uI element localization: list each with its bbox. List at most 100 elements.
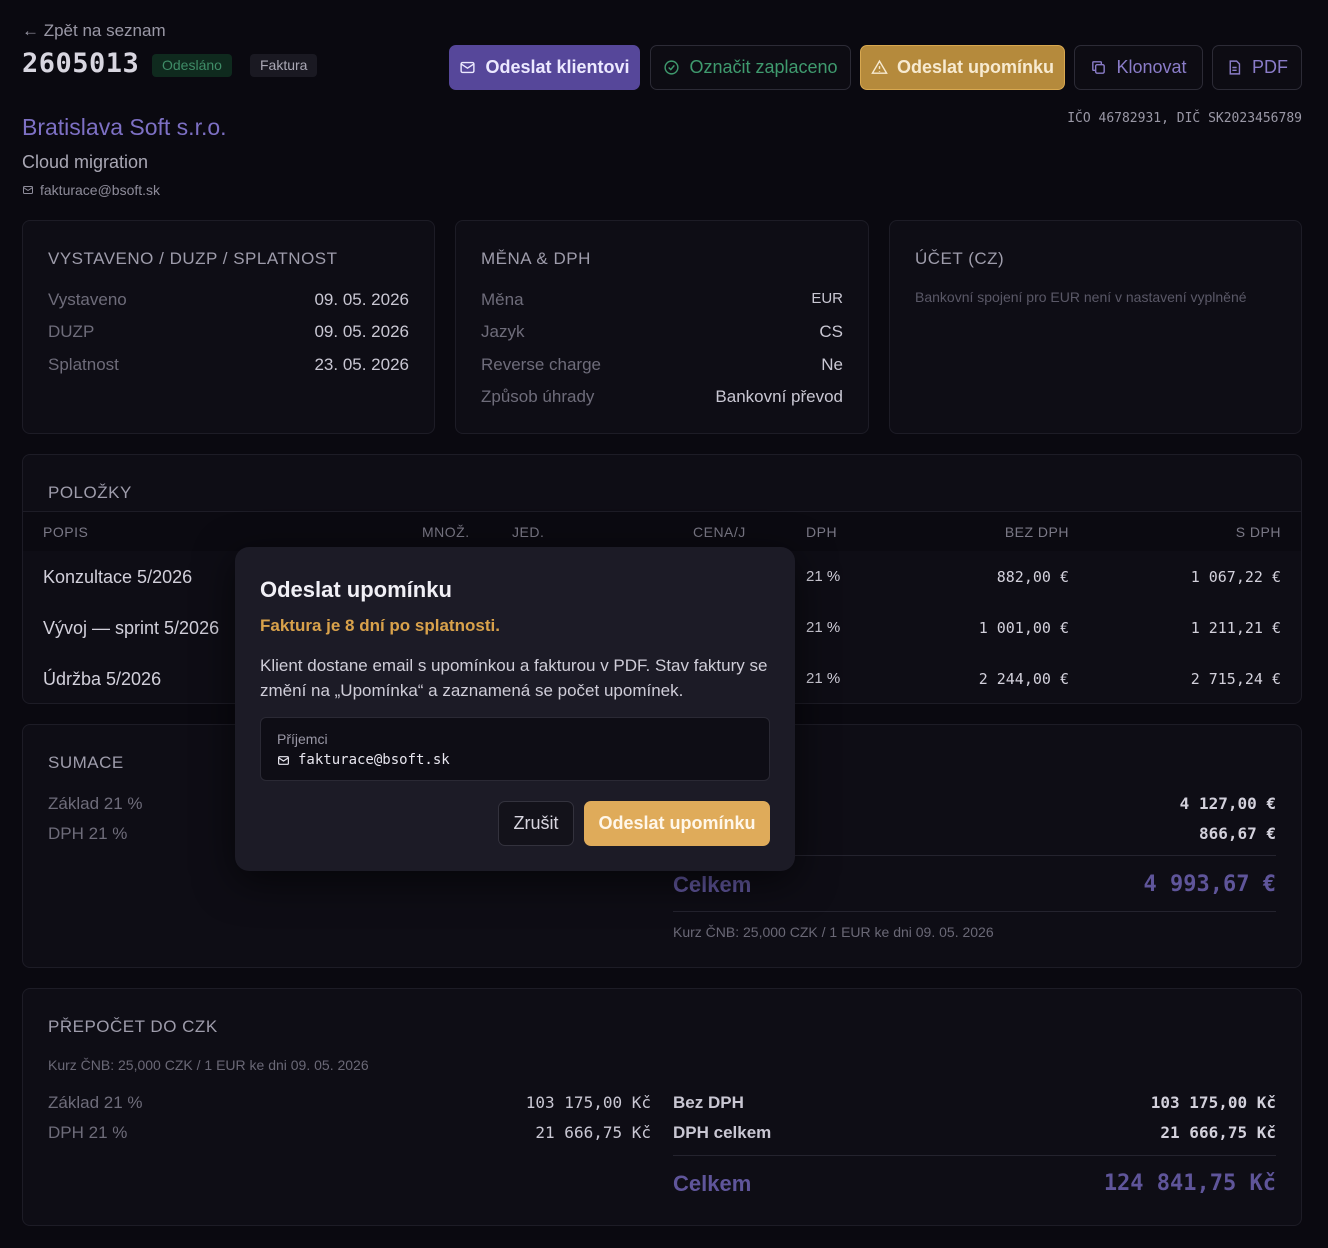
send-reminder-dialog: Odeslat upomínku Faktura je 8 dní po spl…	[235, 547, 795, 871]
status-badge: Odesláno	[152, 54, 232, 77]
column-header-gross[interactable]: S DPH	[1236, 524, 1281, 540]
date-value: 23. 05. 2026	[314, 355, 409, 374]
summary-panel-title: SUMACE	[48, 753, 124, 772]
pdf-label: PDF	[1252, 57, 1288, 77]
pdf-button[interactable]: PDF	[1212, 45, 1302, 90]
column-header-net[interactable]: BEZ DPH	[1005, 524, 1069, 540]
client-email-text: fakturace@bsoft.sk	[40, 182, 161, 198]
dialog-title: Odeslat upomínku	[260, 577, 452, 602]
send-reminder-button[interactable]: Odeslat upomínku	[860, 45, 1065, 90]
czk-total-value: 124 841,75 Kč	[1103, 1171, 1276, 1196]
send-client-button[interactable]: Odeslat klientovi	[449, 45, 640, 90]
items-table-header: POPIS MNOŽ. JED. CENA/J DPH BEZ DPH S DP…	[23, 511, 1301, 551]
client-name[interactable]: Bratislava Soft s.r.o.	[22, 114, 227, 141]
item-gross: 1 211,21 €	[1190, 619, 1281, 637]
date-label: Splatnost	[48, 355, 119, 374]
item-desc: Údržba 5/2026	[43, 669, 162, 689]
send-client-label: Odeslat klientovi	[485, 57, 630, 77]
cancel-button[interactable]: Zrušit	[498, 801, 574, 846]
back-link[interactable]: ← Zpět na seznam	[22, 21, 166, 41]
item-vat: 21 %	[806, 568, 841, 585]
language-value: CS	[819, 322, 843, 341]
overdue-warning: Faktura je 8 dní po splatnosti.	[260, 616, 500, 635]
czk-totals: Bez DPH 103 175,00 Kč DPH celkem 21 666,…	[673, 989, 1276, 1225]
summary-total-value: 4 993,67 €	[1143, 872, 1276, 897]
client-ids: IČO 46782931, DIČ SK2023456789	[1067, 111, 1302, 126]
czk-net-label: Bez DPH	[673, 1093, 744, 1112]
document-icon	[1229, 60, 1241, 75]
account-panel: ÚČET (CZ) Bankovní spojení pro EUR není …	[889, 220, 1302, 434]
item-net: 2 244,00 €	[978, 670, 1069, 688]
column-header-price[interactable]: CENA/J	[693, 524, 746, 540]
item-net: 882,00 €	[996, 568, 1069, 586]
czk-base-value: 103 175,00 Kč	[525, 1093, 651, 1112]
mail-icon	[460, 61, 476, 74]
language-label: Jazyk	[481, 322, 525, 341]
recipients-box: Příjemci fakturace@bsoft.sk	[260, 717, 770, 781]
mark-paid-button[interactable]: Označit zaplaceno	[650, 45, 851, 90]
confirm-send-reminder-button[interactable]: Odeslat upomínku	[584, 801, 770, 846]
summary-base-label: Základ 21 %	[48, 794, 143, 813]
czk-panel-title: PŘEPOČET DO CZK	[48, 1017, 218, 1036]
date-row: DUZP 09. 05. 2026	[48, 322, 409, 342]
czk-net-value: 103 175,00 Kč	[1150, 1093, 1276, 1112]
summary-vat-amount: 866,67 €	[1198, 824, 1276, 843]
dates-panel: VYSTAVENO / DUZP / SPLATNOST Vystaveno 0…	[22, 220, 435, 434]
clone-label: Klonovat	[1116, 57, 1187, 77]
divider	[673, 911, 1276, 912]
currency-label: Měna	[481, 290, 524, 309]
column-header-unit[interactable]: JED.	[512, 524, 544, 540]
date-row: Vystaveno 09. 05. 2026	[48, 290, 409, 310]
payment-method-row: Způsob úhrady Bankovní převod	[481, 387, 843, 407]
item-vat: 21 %	[806, 619, 841, 636]
recipients-label: Příjemci	[277, 731, 328, 747]
date-row: Splatnost 23. 05. 2026	[48, 355, 409, 375]
column-header-vat[interactable]: DPH	[806, 524, 837, 540]
reverse-charge-value: Ne	[821, 355, 843, 374]
dialog-body: Klient dostane email s upomínkou a faktu…	[260, 656, 768, 700]
date-value: 09. 05. 2026	[314, 290, 409, 309]
payment-method-value: Bankovní převod	[715, 387, 843, 406]
language-row: Jazyk CS	[481, 322, 843, 342]
invoice-number: 2605013	[22, 48, 140, 79]
summary-base-amount: 4 127,00 €	[1179, 794, 1276, 813]
payment-method-label: Způsob úhrady	[481, 387, 595, 406]
czk-vat-label: DPH 21 %	[48, 1123, 128, 1142]
item-net: 1 001,00 €	[978, 619, 1069, 637]
reverse-charge-row: Reverse charge Ne	[481, 355, 843, 375]
check-circle-icon	[664, 60, 680, 75]
column-header-desc[interactable]: POPIS	[43, 524, 88, 540]
date-label: Vystaveno	[48, 290, 127, 309]
summary-total-label: Celkem	[673, 872, 752, 897]
item-desc: Vývoj — sprint 5/2026	[43, 618, 220, 638]
send-reminder-label: Odeslat upomínku	[896, 57, 1055, 77]
client-email: fakturace@bsoft.sk	[22, 182, 160, 198]
currency-panel: MĚNA & DPH Měna EUR Jazyk CS Reverse cha…	[455, 220, 869, 434]
copy-icon	[1092, 61, 1106, 74]
divider	[673, 1155, 1276, 1156]
account-panel-title: ÚČET (CZ)	[915, 249, 1005, 268]
reverse-charge-label: Reverse charge	[481, 355, 602, 374]
item-gross: 2 715,24 €	[1190, 670, 1281, 688]
mark-paid-label: Označit zaplaceno	[689, 57, 838, 77]
summary-vat-label: DPH 21 %	[48, 824, 128, 843]
czk-vat-value: 21 666,75 Kč	[535, 1123, 651, 1142]
czk-rate-note: Kurz ČNB: 25,000 CZK / 1 EUR ke dni 09. …	[48, 1057, 369, 1073]
dates-panel-title: VYSTAVENO / DUZP / SPLATNOST	[48, 249, 338, 268]
recipient-item: fakturace@bsoft.sk	[277, 752, 450, 768]
czk-vat-total-value: 21 666,75 Kč	[1160, 1123, 1276, 1142]
date-label: DUZP	[48, 322, 95, 341]
czk-base-label: Základ 21 %	[48, 1093, 143, 1112]
type-badge: Faktura	[250, 54, 318, 77]
mail-icon	[23, 186, 33, 194]
item-gross: 1 067,22 €	[1190, 568, 1281, 586]
mail-icon	[278, 755, 289, 765]
warning-triangle-icon	[871, 59, 888, 74]
column-header-qty[interactable]: MNOŽ.	[422, 524, 470, 540]
clone-button[interactable]: Klonovat	[1074, 45, 1203, 90]
recipient-email: fakturace@bsoft.sk	[298, 752, 450, 768]
summary-rate-note: Kurz ČNB: 25,000 CZK / 1 EUR ke dni 09. …	[673, 924, 994, 940]
account-note: Bankovní spojení pro EUR není v nastaven…	[915, 289, 1247, 305]
item-desc: Konzultace 5/2026	[43, 567, 193, 587]
currency-value: EUR	[811, 290, 843, 307]
